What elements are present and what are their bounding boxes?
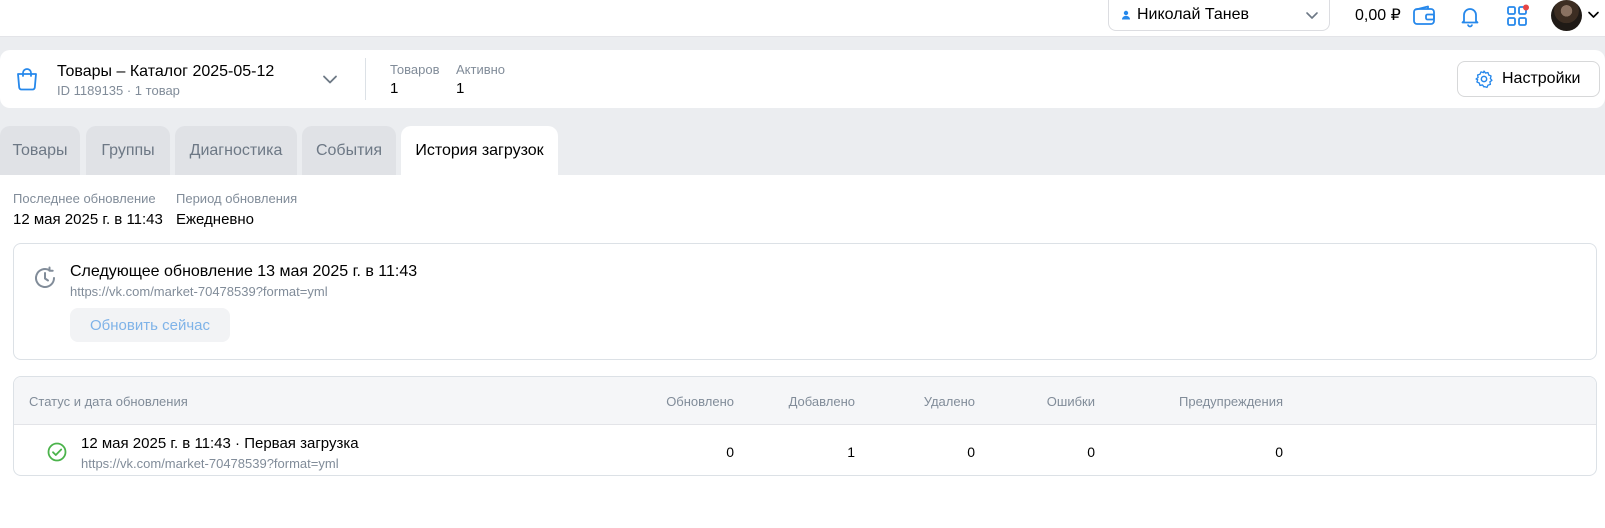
catalog-header: Товары – Каталог 2025-05-12 ID 1189135 ·… bbox=[0, 50, 1605, 108]
tab-products[interactable]: Товары bbox=[0, 126, 80, 175]
top-bar: Николай Танев 0,00 ₽ bbox=[0, 0, 1605, 37]
last-update: Последнее обновление 12 мая 2025 г. в 11… bbox=[13, 191, 163, 228]
last-update-label: Последнее обновление bbox=[13, 191, 156, 206]
refresh-now-button[interactable]: Обновить сейчас bbox=[70, 308, 230, 342]
user-select[interactable]: Николай Танев bbox=[1108, 0, 1330, 31]
apps-icon[interactable] bbox=[1504, 3, 1530, 29]
tab-groups[interactable]: Группы bbox=[86, 126, 170, 175]
catalog-subtitle: ID 1189135 · 1 товар bbox=[57, 83, 180, 98]
update-period-label: Период обновления bbox=[176, 191, 298, 206]
cell-added: 1 bbox=[847, 444, 855, 460]
settings-button[interactable]: Настройки bbox=[1457, 61, 1600, 97]
next-update-card: Следующее обновление 13 мая 2025 г. в 11… bbox=[13, 243, 1597, 360]
stat-active: Активно 1 bbox=[456, 62, 505, 97]
chevron-down-icon[interactable] bbox=[1587, 8, 1600, 21]
bell-icon[interactable] bbox=[1457, 3, 1483, 29]
next-update-url: https://vk.com/market-70478539?format=ym… bbox=[70, 284, 328, 299]
tab-upload-history[interactable]: История загрузок bbox=[401, 126, 558, 175]
cell-updated: 0 bbox=[726, 444, 734, 460]
table-header: Статус и дата обновления Обновлено Добав… bbox=[14, 377, 1596, 425]
column-header: Обновлено bbox=[666, 394, 734, 409]
user-name: Николай Танев bbox=[1137, 6, 1250, 23]
success-check-icon bbox=[47, 442, 67, 462]
user-icon bbox=[1121, 10, 1131, 20]
balance[interactable]: 0,00 ₽ bbox=[1355, 5, 1401, 25]
history-table: Статус и дата обновления Обновлено Добав… bbox=[13, 376, 1597, 476]
chevron-down-icon[interactable] bbox=[321, 70, 339, 88]
gear-icon bbox=[1475, 70, 1493, 89]
column-header: Предупреждения bbox=[1179, 394, 1283, 409]
column-header: Удалено bbox=[923, 394, 975, 409]
settings-label: Настройки bbox=[1502, 70, 1581, 87]
cell-deleted: 0 bbox=[967, 444, 975, 460]
update-period-value: Ежедневно bbox=[176, 211, 255, 228]
last-update-value: 12 мая 2025 г. в 11:43 bbox=[13, 211, 163, 228]
column-header: Статус и дата обновления bbox=[29, 394, 188, 409]
cell-errors: 0 bbox=[1087, 444, 1095, 460]
row-title: 12 мая 2025 г. в 11:43 · Первая загрузка bbox=[81, 435, 359, 452]
cell-warnings: 0 bbox=[1275, 444, 1283, 460]
avatar[interactable] bbox=[1551, 0, 1582, 31]
stat-value: 1 bbox=[456, 80, 465, 97]
update-period: Период обновления Ежедневно bbox=[176, 191, 297, 228]
shopping-bag-icon bbox=[14, 66, 40, 92]
tab-diagnostics[interactable]: Диагностика bbox=[175, 126, 297, 175]
clock-icon bbox=[32, 265, 58, 291]
catalog-title: Товары – Каталог 2025-05-12 bbox=[57, 63, 275, 80]
stat-products: Товаров 1 bbox=[390, 62, 440, 97]
column-header: Добавлено bbox=[788, 394, 855, 409]
chevron-down-icon bbox=[1305, 8, 1319, 22]
stat-label: Товаров bbox=[390, 62, 440, 77]
stat-value: 1 bbox=[390, 80, 399, 97]
next-update-title: Следующее обновление 13 мая 2025 г. в 11… bbox=[70, 263, 418, 280]
tab-events[interactable]: События bbox=[302, 126, 396, 175]
row-url: https://vk.com/market-70478539?format=ym… bbox=[81, 456, 339, 471]
wallet-icon[interactable] bbox=[1411, 3, 1437, 29]
divider bbox=[365, 58, 366, 100]
stat-label: Активно bbox=[456, 62, 506, 77]
column-header: Ошибки bbox=[1046, 394, 1095, 409]
